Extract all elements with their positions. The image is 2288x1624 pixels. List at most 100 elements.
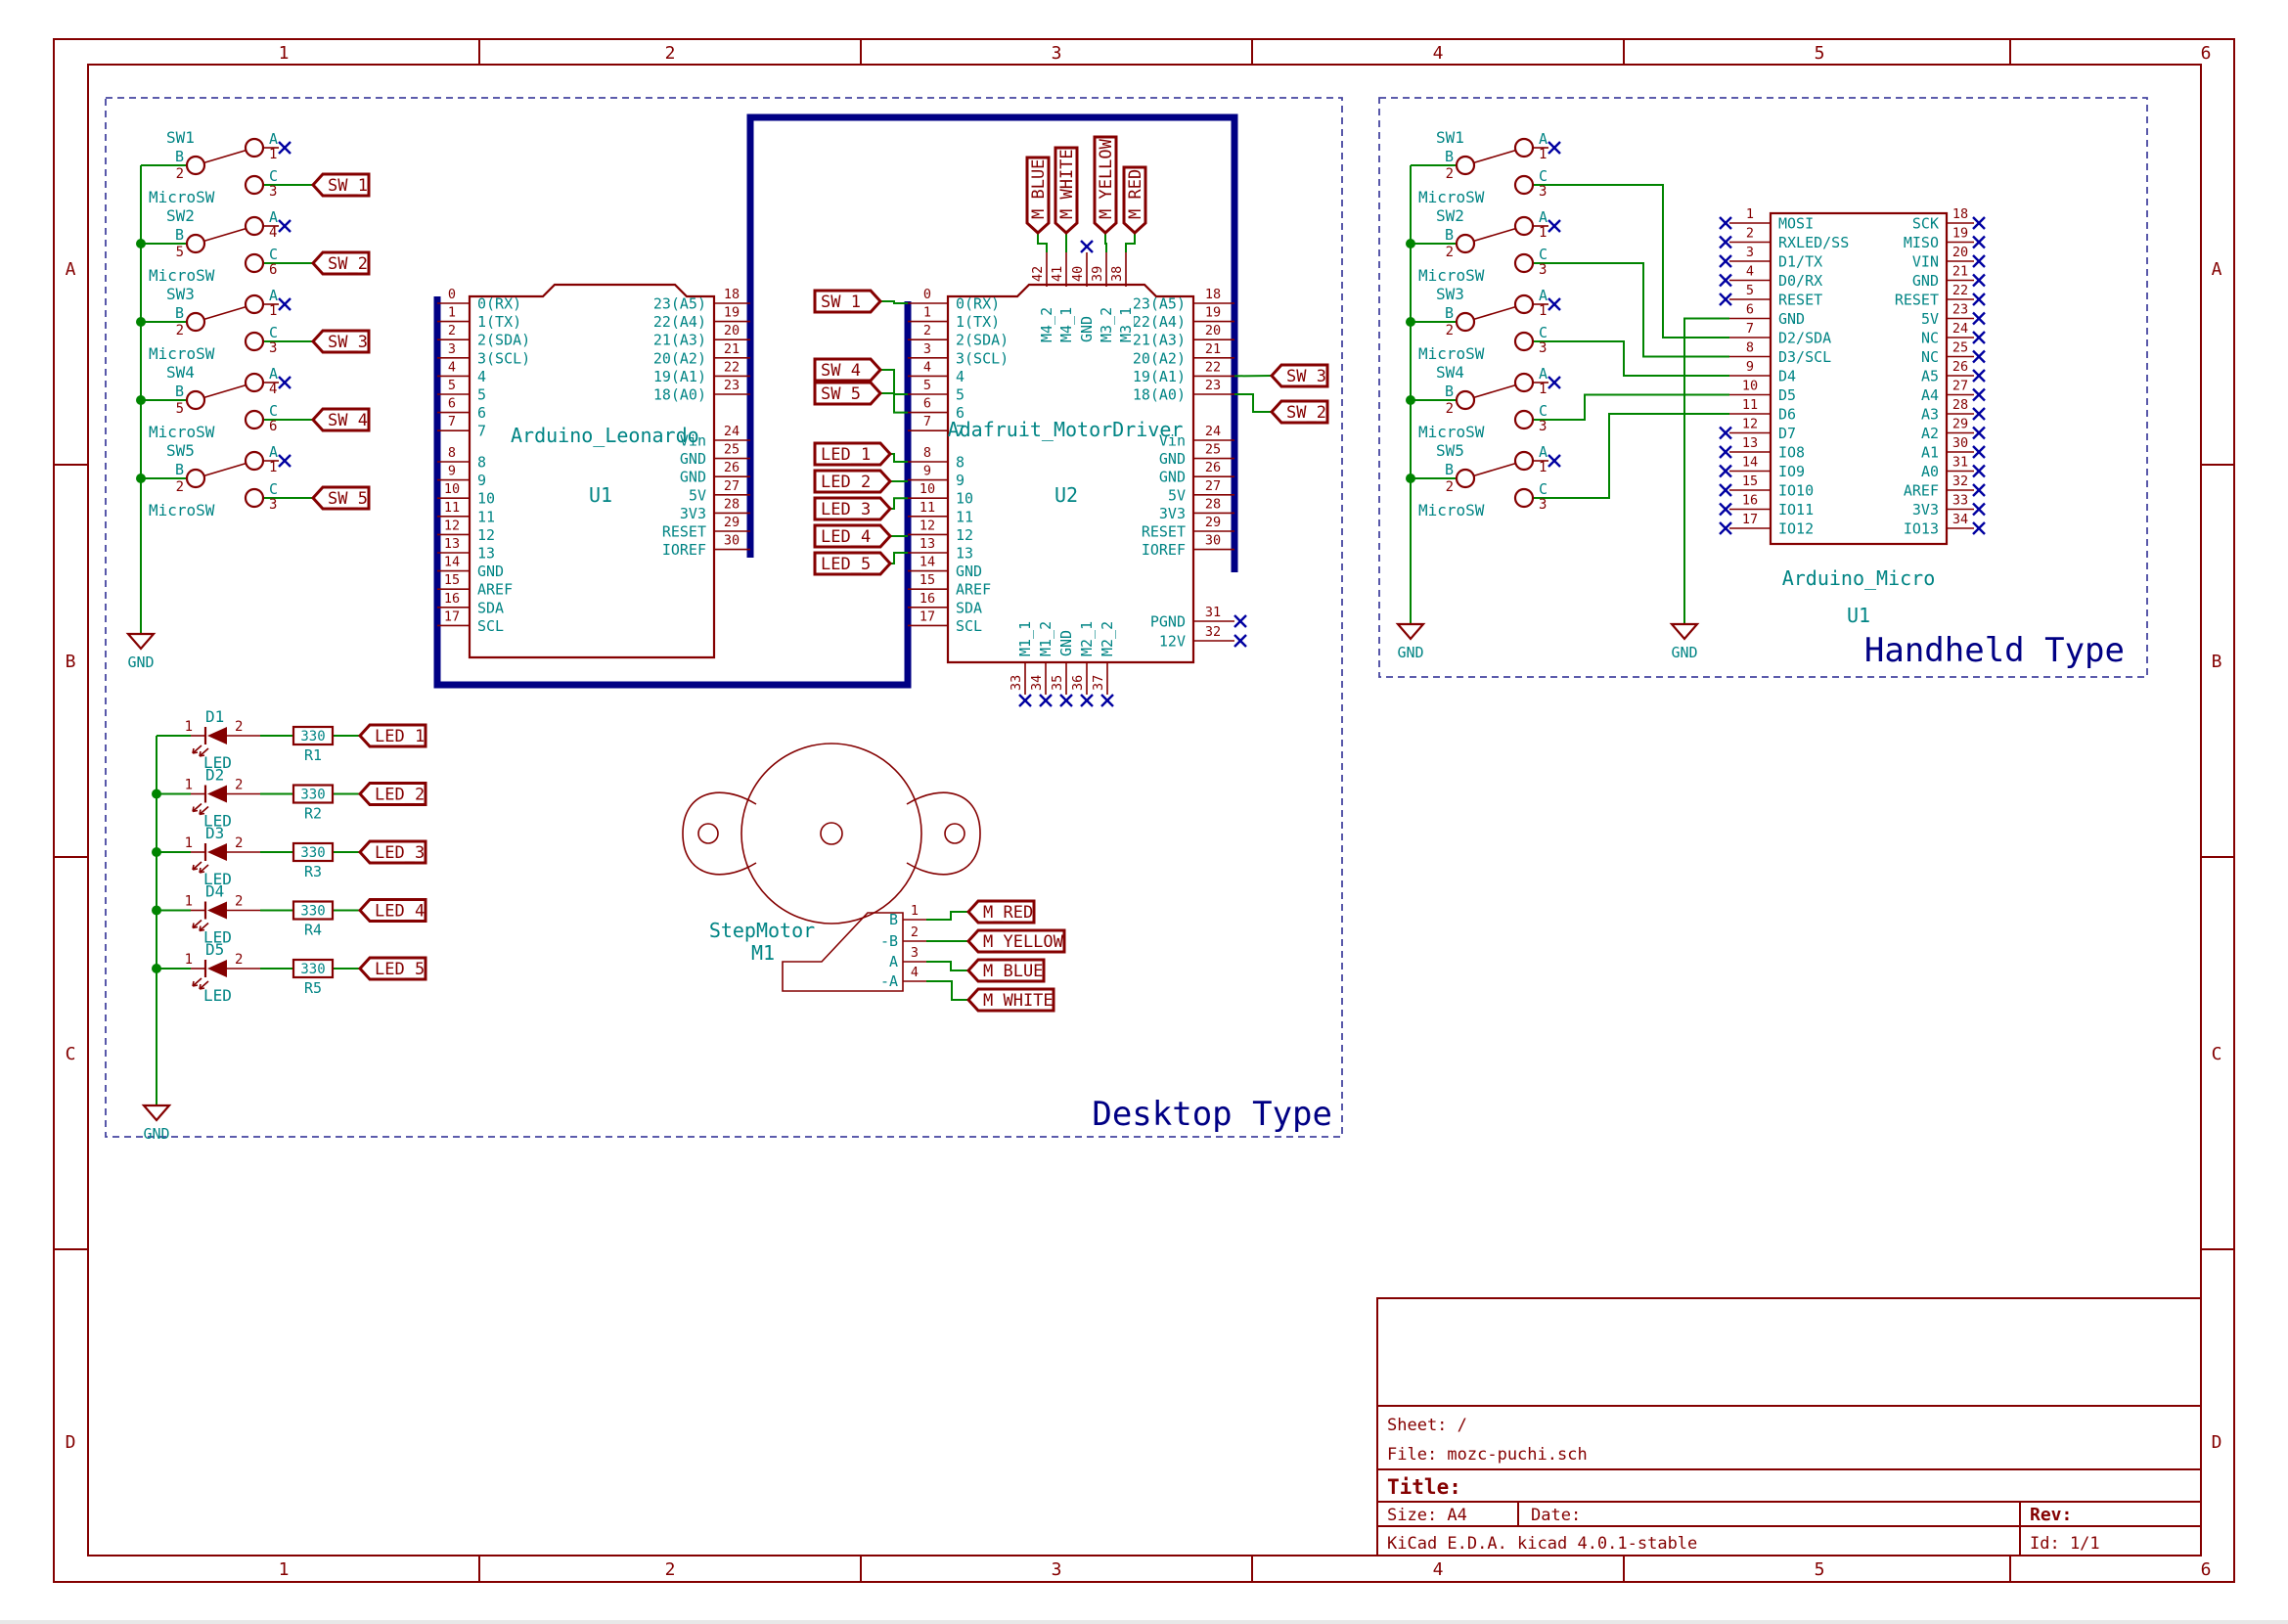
wire[interactable]: [926, 912, 968, 920]
switch-pin-a[interactable]: [246, 374, 263, 391]
hier-label-text[interactable]: LED_4: [821, 527, 871, 547]
switch-value[interactable]: MicroSW: [1418, 501, 1485, 519]
switch-pin-b[interactable]: [187, 470, 204, 487]
switch-arm[interactable]: [1474, 385, 1516, 398]
switch-pin-c[interactable]: [246, 411, 263, 429]
resistor[interactable]: 330R2: [293, 786, 333, 823]
switch-pin-b[interactable]: [187, 235, 204, 252]
component-layer[interactable]: 00(RX)11(TX)22(SDA)33(SCL)44556677889910…: [149, 128, 1974, 1005]
hier-label-text[interactable]: M_YELLOW: [983, 932, 1064, 952]
switch-value[interactable]: MicroSW: [149, 423, 215, 441]
ic-arduino-leonardo[interactable]: 00(RX)11(TX)22(SDA)33(SCL)44556677889910…: [437, 285, 750, 657]
component-value[interactable]: Arduino_Micro: [1782, 566, 1936, 590]
switch-pin-a[interactable]: [246, 295, 263, 313]
switch-pin-a[interactable]: [1515, 452, 1533, 470]
switch-ref[interactable]: SW1: [166, 128, 195, 147]
gnd-symbol[interactable]: GND: [1397, 624, 1423, 661]
hier-label-sw_1[interactable]: SW_1: [313, 174, 369, 196]
hier-label-led_4[interactable]: LED_4: [360, 900, 426, 922]
hier-label-text[interactable]: LED_2: [375, 786, 425, 805]
hier-label-m_yellow[interactable]: M_YELLOW: [1095, 137, 1116, 233]
hier-label-m_white[interactable]: M_WHITE: [968, 989, 1054, 1011]
switch-arm[interactable]: [204, 464, 247, 476]
wire[interactable]: [1684, 319, 1729, 625]
misc-layer[interactable]: GNDGNDGNDGND: [127, 142, 1985, 1143]
hier-label-text[interactable]: M_YELLOW: [1097, 138, 1116, 219]
resistor-ref[interactable]: R2: [304, 805, 322, 823]
switch-value[interactable]: MicroSW: [1418, 266, 1485, 285]
switch-pin-c[interactable]: [246, 254, 263, 272]
switch-arm[interactable]: [204, 385, 247, 398]
led-row[interactable]: D512LED: [185, 940, 260, 1005]
switch-value[interactable]: MicroSW: [149, 344, 215, 363]
hier-label-text[interactable]: LED_2: [821, 473, 871, 492]
switch-arm[interactable]: [204, 151, 247, 163]
wire[interactable]: [1533, 263, 1729, 357]
hier-label-sw_2[interactable]: SW_2: [313, 252, 369, 274]
switch-arm[interactable]: [1474, 307, 1516, 320]
switch-arm[interactable]: [1474, 464, 1516, 476]
wire[interactable]: [1533, 341, 1729, 376]
switch-pin-c[interactable]: [246, 176, 263, 194]
gnd-symbol[interactable]: GND: [127, 634, 154, 671]
resistor-ref[interactable]: R3: [304, 863, 322, 880]
switch-value[interactable]: MicroSW: [149, 188, 215, 206]
wire[interactable]: [1038, 233, 1047, 252]
switch-pin-a[interactable]: [1515, 217, 1533, 235]
switch-ref[interactable]: SW4: [1436, 363, 1464, 382]
switch-ref[interactable]: SW1: [1436, 128, 1464, 147]
hier-label-text[interactable]: SW_2: [1286, 403, 1326, 423]
switch-pin-c[interactable]: [246, 333, 263, 350]
switch-ref[interactable]: SW5: [1436, 441, 1464, 460]
ic-arduino-micro[interactable]: 1MOSI2RXLED/SS3D1/TX4D0/RX5RESET6GND7D2/…: [1729, 206, 1974, 627]
hier-label-text[interactable]: SW_5: [328, 489, 368, 509]
component-ref[interactable]: U1: [589, 483, 612, 507]
switch-pin-a[interactable]: [246, 139, 263, 157]
switch-row[interactable]: SW5MicroSWB2A1C3: [149, 441, 279, 519]
switch-ref[interactable]: SW3: [166, 285, 195, 303]
hier-label-text[interactable]: LED_3: [821, 500, 871, 519]
hier-label-sw_4[interactable]: SW_4: [815, 359, 880, 381]
step-motor[interactable]: 1B2-B3A4-AStepMotorM1: [683, 744, 980, 991]
hier-label-text[interactable]: M_WHITE: [983, 991, 1054, 1011]
wire[interactable]: [880, 301, 908, 303]
motor-ear-right[interactable]: [907, 792, 980, 875]
led-row[interactable]: D212LED: [185, 766, 260, 831]
component-ref[interactable]: U1: [1847, 604, 1870, 627]
led-ref[interactable]: D4: [205, 882, 224, 901]
hier-label-m_white[interactable]: M_WHITE: [1055, 148, 1077, 233]
hier-label-text[interactable]: SW_1: [821, 293, 861, 312]
hier-label-led_3[interactable]: LED_3: [815, 498, 890, 519]
hier-label-text[interactable]: SW_4: [821, 361, 861, 381]
wire[interactable]: [926, 981, 968, 1000]
wire[interactable]: [1105, 233, 1106, 252]
hier-label-led_2[interactable]: LED_2: [815, 471, 890, 492]
hier-label-led_3[interactable]: LED_3: [360, 841, 426, 863]
resistor[interactable]: 330R3: [293, 843, 333, 880]
switch-ref[interactable]: SW2: [1436, 206, 1464, 225]
led-triangle[interactable]: [207, 727, 227, 744]
hier-label-m_red[interactable]: M_RED: [968, 901, 1034, 923]
led-row[interactable]: D412LED: [185, 882, 260, 947]
switch-pin-a[interactable]: [1515, 295, 1533, 313]
switch-row[interactable]: SW1MicroSWB2A1C3: [149, 128, 279, 206]
led-ref[interactable]: D1: [205, 707, 224, 726]
hier-label-text[interactable]: SW_3: [1286, 367, 1326, 386]
hier-label-m_red[interactable]: M_RED: [1124, 167, 1145, 233]
led-row[interactable]: D112LED: [185, 707, 260, 772]
switch-value[interactable]: MicroSW: [1418, 344, 1485, 363]
switch-pin-c[interactable]: [1515, 254, 1533, 272]
switch-pin-b[interactable]: [187, 391, 204, 409]
hier-label-m_blue[interactable]: M_BLUE: [968, 960, 1044, 981]
switch-row[interactable]: SW2MicroSWB5A4C6: [149, 206, 279, 285]
led-row[interactable]: D312LED: [185, 824, 260, 888]
wire[interactable]: [926, 962, 968, 970]
switch-ref[interactable]: SW4: [166, 363, 195, 382]
hier-label-m_blue[interactable]: M_BLUE: [1027, 158, 1049, 233]
switch-pin-b[interactable]: [187, 313, 204, 331]
wire[interactable]: [1126, 233, 1135, 252]
switch-arm[interactable]: [204, 229, 247, 242]
resistor[interactable]: 330R1: [293, 727, 333, 764]
wire[interactable]: [1234, 394, 1272, 412]
hier-label-sw_5[interactable]: SW_5: [815, 383, 880, 404]
